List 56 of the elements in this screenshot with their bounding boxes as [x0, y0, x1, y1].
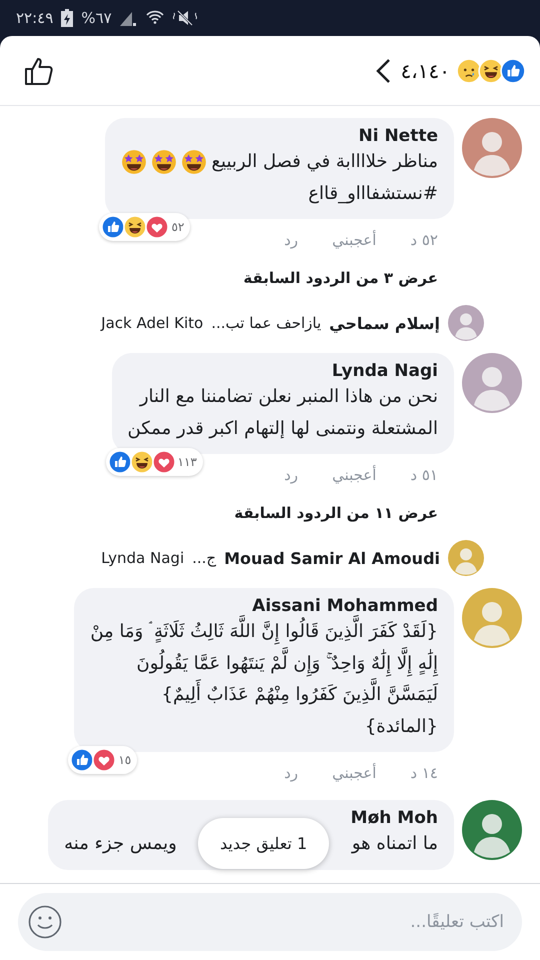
- avatar[interactable]: [462, 353, 522, 413]
- reply-mention[interactable]: Lynda Nagi: [101, 549, 184, 567]
- avatar[interactable]: [462, 118, 522, 178]
- comment-input-field[interactable]: اكتب تعليقًا...: [18, 893, 522, 951]
- star-eyes-emoji-icon: [121, 148, 148, 175]
- reactions-summary[interactable]: ٥٢: [99, 213, 190, 241]
- view-previous-replies-link[interactable]: عرض ١١ من الردود السابقة: [218, 484, 454, 522]
- comment-text: ما اتمناه هو: [352, 832, 438, 856]
- battery-icon: [61, 9, 74, 27]
- laughing-reaction-icon: [478, 58, 504, 84]
- comment-time: ٥٢ د: [410, 231, 438, 249]
- like-reaction-icon: [70, 748, 94, 772]
- comment-author[interactable]: Lynda Nagi: [128, 361, 438, 381]
- reaction-count: ١٥: [118, 753, 132, 767]
- reaction-count: ٥٢: [171, 220, 184, 234]
- like-reaction-icon: [101, 215, 126, 239]
- star-eyes-emoji-icon: [151, 148, 178, 175]
- heart-reaction-icon: [152, 450, 176, 474]
- wifi-icon: [146, 9, 164, 27]
- like-reaction-icon: [500, 58, 526, 84]
- smiley-icon[interactable]: [28, 905, 62, 939]
- view-previous-replies-link[interactable]: عرض ٣ من الردود السابقة: [227, 249, 454, 287]
- comment-author[interactable]: Ni Nette: [121, 126, 438, 146]
- thumbs-up-icon[interactable]: [24, 56, 54, 86]
- signal-icon: [120, 10, 138, 26]
- reply-author[interactable]: Mouad Samir Al Amoudi: [224, 548, 440, 568]
- reply-mention[interactable]: Jack Adel Kito: [101, 314, 204, 332]
- avatar[interactable]: [448, 305, 484, 341]
- reply-snippet: يازاحف عما تب...: [211, 314, 322, 332]
- heart-reaction-icon: [145, 215, 170, 239]
- reactions-count[interactable]: ٤،١٤٠: [400, 58, 450, 82]
- comment-time: ٥١ د: [410, 466, 438, 484]
- battery-percentage: %٦٧: [81, 9, 112, 27]
- reactions-summary[interactable]: ١٥: [68, 746, 138, 774]
- avatar[interactable]: [462, 800, 522, 860]
- reactions-summary[interactable]: ١١٣: [106, 448, 203, 476]
- comment-text: مناظر خلاااابة في فصل الربييع: [211, 150, 438, 174]
- comment-text: نحن من هاذا المنبر نعلن تضامننا مع النار المشتعلة ونتمنى لها إلتهام اكبر قدر ممكن: [128, 385, 438, 440]
- hashtag-link[interactable]: #نستشفاااو_قااع: [121, 178, 438, 209]
- mute-icon: [172, 9, 198, 27]
- comment-text: {لَقَدْ كَفَرَ الَّذِينَ قَالُوا إِنَّ اللَّهَ ثَالِثُ ثَلَاثَةٍ ۘ وَمَا مِنْ إِلَٰهٍ إِلَّا إِلَٰهٌ وَاحِدٌ ۚ وَإِن لَّمْ يَنتَهُوا عَمَّا يَقُولُونَ لَيَمَسَّنَّ الَّذِينَ كَفَرُوا مِنْهُمْ عَذَابٌ أَلِيمٌ} {المائدة}: [90, 616, 438, 742]
- laughing-reaction-icon: [123, 215, 148, 239]
- comment-author[interactable]: Aissani Mohammed: [90, 596, 438, 616]
- reaction-count: ١١٣: [178, 455, 197, 469]
- back-chevron-icon[interactable]: [374, 58, 391, 84]
- comment-time: ١٤ د: [410, 764, 438, 782]
- laughing-reaction-icon: [130, 450, 154, 474]
- star-eyes-emoji-icon: [181, 148, 208, 175]
- reply-author[interactable]: إسلام سماحي: [329, 314, 440, 332]
- new-comment-toast[interactable]: 1 تعليق جديد: [198, 818, 330, 869]
- reply-snippet: ج...: [192, 549, 216, 567]
- like-reaction-icon: [108, 450, 132, 474]
- clock-time: ٢٢:٤٩: [16, 9, 54, 27]
- comment-text: ويمس جزء منه: [64, 832, 177, 856]
- heart-reaction-icon: [92, 748, 116, 772]
- crying-reaction-icon: [456, 58, 482, 84]
